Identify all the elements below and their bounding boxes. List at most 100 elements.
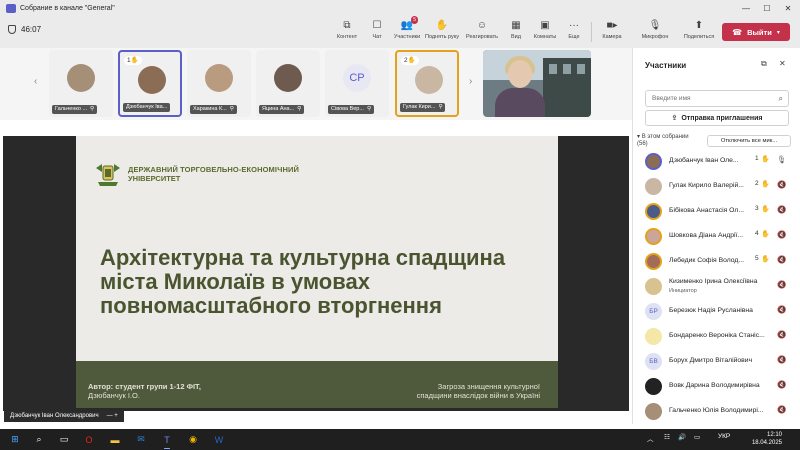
- pin-icon: ⚲: [90, 106, 95, 112]
- word-icon[interactable]: W: [212, 433, 226, 446]
- folder-icon[interactable]: ▬: [108, 433, 122, 446]
- chrome-icon[interactable]: ◉: [186, 433, 200, 446]
- pin-icon: ⚲: [366, 106, 371, 112]
- teams-icon[interactable]: T: [160, 433, 174, 449]
- participant-row[interactable]: Шовкова Діана Андрії... 4 ✋ 🔇: [633, 225, 800, 250]
- strip-next-icon[interactable]: ›: [469, 76, 472, 87]
- share-icon: ⇪: [671, 115, 678, 122]
- presenter-video[interactable]: [483, 50, 591, 117]
- hand-icon: ✋: [761, 181, 770, 188]
- camera-button[interactable]: ■▸ Камера: [592, 19, 632, 41]
- video-tile[interactable]: Яцина Ана... ⚲: [256, 50, 320, 117]
- participant-row[interactable]: БВ Борух Дмитро Віталійович 🔇: [633, 350, 800, 375]
- search-icon: ⌕: [778, 94, 783, 103]
- battery-icon[interactable]: ▭: [694, 433, 700, 441]
- participant-row[interactable]: Гальченко Юлія Володимирі... 🔇: [633, 400, 800, 425]
- more-button[interactable]: ··· Еще: [554, 19, 594, 41]
- network-icon[interactable]: ☷: [664, 433, 670, 441]
- share-content-icon: ⧉: [343, 19, 351, 31]
- shield-icon: [8, 25, 16, 34]
- meeting-timer: 46:07: [8, 25, 41, 34]
- mic-muted-icon[interactable]: 🔇: [777, 380, 786, 389]
- avatar: [67, 64, 95, 92]
- participant-row[interactable]: Вовк Дарина Володимирівна 🔇: [633, 375, 800, 400]
- share-button[interactable]: ⬆ Поделиться: [679, 19, 719, 41]
- chevron-down-icon: ▾: [637, 134, 641, 140]
- avatar: [645, 178, 662, 195]
- video-tile[interactable]: CP Сівова Вер... ⚲: [325, 50, 389, 117]
- participant-row[interactable]: Бібікова Анастасія Ол... 3 ✋ 🔇: [633, 200, 800, 225]
- participant-row[interactable]: Гулак Кирило Валерій... 2 ✋ 🔇: [633, 175, 800, 200]
- mic-muted-icon[interactable]: 🔇: [777, 405, 786, 414]
- close-icon[interactable]: ✕: [778, 0, 798, 16]
- maximize-icon[interactable]: ☐: [757, 0, 777, 16]
- mic-muted-icon[interactable]: 🔇: [777, 305, 786, 314]
- outlook-icon[interactable]: ✉: [134, 433, 148, 446]
- participant-row[interactable]: Дзюбанчук Іван Оле... 1 ✋ 🎙: [633, 150, 800, 175]
- presentation-slide: ДЕРЖАВНИЙ ТОРГОВЕЛЬНО-ЕКОНОМІЧНИЙ УНІВЕР…: [76, 136, 558, 408]
- presenter-name-label[interactable]: Дзюбанчук Іван Олександрович — +: [4, 411, 124, 422]
- participant-row[interactable]: БР Березюк Надія Русланівна 🔇: [633, 300, 800, 325]
- popout-icon[interactable]: ⧉: [761, 59, 767, 69]
- close-icon[interactable]: ✕: [779, 59, 786, 68]
- mic-muted-icon[interactable]: 🔇: [777, 355, 786, 364]
- avatar: [645, 378, 662, 395]
- volume-icon[interactable]: 🔊: [678, 433, 686, 441]
- strip-prev-icon[interactable]: ‹: [34, 76, 37, 87]
- raise-hand-button[interactable]: ✋ Поднять руку: [422, 19, 462, 41]
- search-icon[interactable]: ⌕: [32, 433, 46, 446]
- send-invite-button[interactable]: ⇪ Отправка приглашения: [645, 110, 789, 126]
- smile-icon: ☺: [476, 19, 488, 31]
- chevron-down-icon[interactable]: ▾: [777, 29, 780, 36]
- language-indicator[interactable]: УКР: [718, 433, 730, 440]
- tile-name: Гулак Кири... ⚲: [400, 103, 446, 112]
- mic-button[interactable]: 🎙 Микрофон: [635, 19, 675, 41]
- search-input[interactable]: Введите имя ⌕: [645, 90, 789, 107]
- mic-muted-icon[interactable]: 🔇: [777, 280, 786, 289]
- hand-icon: ✋: [435, 19, 449, 31]
- camera-icon: ■▸: [606, 19, 618, 31]
- rooms-icon: ▣: [540, 19, 550, 31]
- windows-start-icon[interactable]: ⊞: [8, 433, 22, 446]
- participant-row[interactable]: Лебедик Софія Волод... 5 ✋ 🔇: [633, 250, 800, 275]
- clock[interactable]: 12:10 18.04.2025: [742, 431, 782, 447]
- mic-muted-icon[interactable]: 🔇: [777, 205, 786, 214]
- avatar: [645, 228, 662, 245]
- teams-app-icon: [6, 3, 16, 13]
- grid-icon: ▦: [511, 19, 521, 31]
- avatar: [645, 278, 662, 295]
- video-tile[interactable]: Гальченко ... ⚲: [49, 50, 113, 117]
- university-name-line2: УНІВЕРСИТЕТ: [128, 174, 181, 183]
- presenter-actions[interactable]: — +: [107, 411, 118, 422]
- participant-row[interactable]: Бондаренко Вероніка Станіс... 🔇: [633, 325, 800, 350]
- video-tile[interactable]: 1✋ Дзюбанчук Іва...: [118, 50, 182, 117]
- mic-muted-icon[interactable]: 🔇: [777, 180, 786, 189]
- shared-content-area: ДЕРЖАВНИЙ ТОРГОВЕЛЬНО-ЕКОНОМІЧНИЙ УНІВЕР…: [0, 120, 632, 420]
- mute-all-button[interactable]: Отключить все мик...: [707, 135, 791, 147]
- avatar: БР: [645, 303, 662, 320]
- participant-list: Дзюбанчук Іван Оле... 1 ✋ 🎙 Гулак Кирило…: [633, 150, 800, 425]
- mic-muted-icon[interactable]: 🔇: [777, 330, 786, 339]
- video-tile[interactable]: Харакина К... ⚲: [187, 50, 251, 117]
- avatar: БВ: [645, 353, 662, 370]
- hand-icon: ✋: [130, 57, 139, 64]
- mic-muted-icon[interactable]: 🔇: [777, 255, 786, 264]
- section-header[interactable]: ▾ В этом собрании (56): [637, 134, 689, 148]
- more-icon: ···: [569, 19, 579, 31]
- opera-icon[interactable]: O: [82, 433, 96, 446]
- video-tile[interactable]: 2✋ Гулак Кири... ⚲: [395, 50, 459, 117]
- leave-button[interactable]: ☎ Выйти ▾: [722, 23, 790, 41]
- task-view-icon[interactable]: ▭: [57, 433, 71, 446]
- video-strip: ‹ Гальченко ... ⚲ 1✋ Дзюбанчук Іва... Хар…: [0, 48, 632, 120]
- mic-muted-icon[interactable]: 🔇: [777, 230, 786, 239]
- panel-title: Участники: [645, 61, 687, 70]
- participants-button[interactable]: 👥 5 Участники: [387, 16, 427, 40]
- timer-value: 46:07: [21, 25, 42, 34]
- people-icon: 👥 5: [400, 16, 418, 31]
- university-logo: [96, 164, 120, 186]
- avatar: [645, 153, 662, 170]
- chevron-up-icon[interactable]: ︿: [647, 433, 654, 443]
- mic-icon[interactable]: 🎙: [777, 155, 787, 164]
- minimize-icon[interactable]: —: [736, 0, 756, 16]
- participant-row[interactable]: Кизименко Ірина Олексіївна Инициатор 🔇: [633, 275, 800, 300]
